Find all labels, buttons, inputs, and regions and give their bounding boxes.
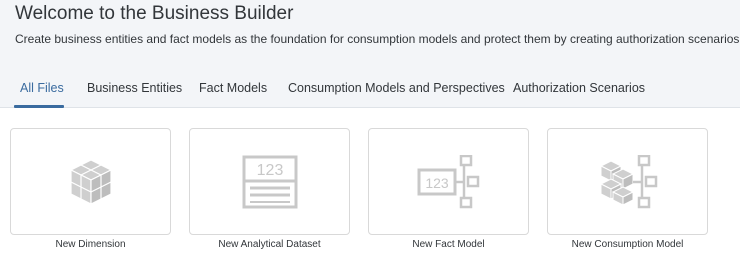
- tab-authorization-scenarios[interactable]: Authorization Scenarios: [513, 81, 645, 95]
- new-analytical-dataset-label: New Analytical Dataset: [218, 239, 321, 250]
- new-dimension-label: New Dimension: [55, 239, 126, 250]
- fact-model-icon-text: 123: [425, 175, 449, 191]
- tab-bar: All Files Business Entities Fact Models …: [0, 70, 740, 108]
- new-fact-model-label: New Fact Model: [412, 239, 485, 250]
- consumption-model-icon: [599, 154, 657, 208]
- new-consumption-model-label: New Consumption Model: [571, 239, 684, 250]
- tab-all-files[interactable]: All Files: [20, 81, 64, 95]
- dataset-table-icon: 123: [242, 155, 297, 208]
- cube-icon: [69, 158, 112, 205]
- new-consumption-model-tile[interactable]: [547, 128, 708, 235]
- active-tab-indicator: [14, 105, 64, 108]
- new-analytical-dataset-tile[interactable]: 123: [189, 128, 350, 235]
- new-fact-model-tile[interactable]: 123: [368, 128, 529, 235]
- page-title: Welcome to the Business Builder: [15, 3, 294, 24]
- dataset-icon-text: 123: [256, 162, 283, 179]
- tab-consumption-models[interactable]: Consumption Models and Perspectives: [288, 81, 505, 95]
- tab-business-entities[interactable]: Business Entities: [87, 81, 182, 95]
- page-header: Welcome to the Business Builder Create b…: [0, 0, 740, 108]
- page-subtitle: Create business entities and fact models…: [15, 32, 740, 46]
- new-dimension-tile[interactable]: [10, 128, 171, 235]
- tab-fact-models[interactable]: Fact Models: [199, 81, 267, 95]
- fact-model-icon: 123: [417, 154, 479, 208]
